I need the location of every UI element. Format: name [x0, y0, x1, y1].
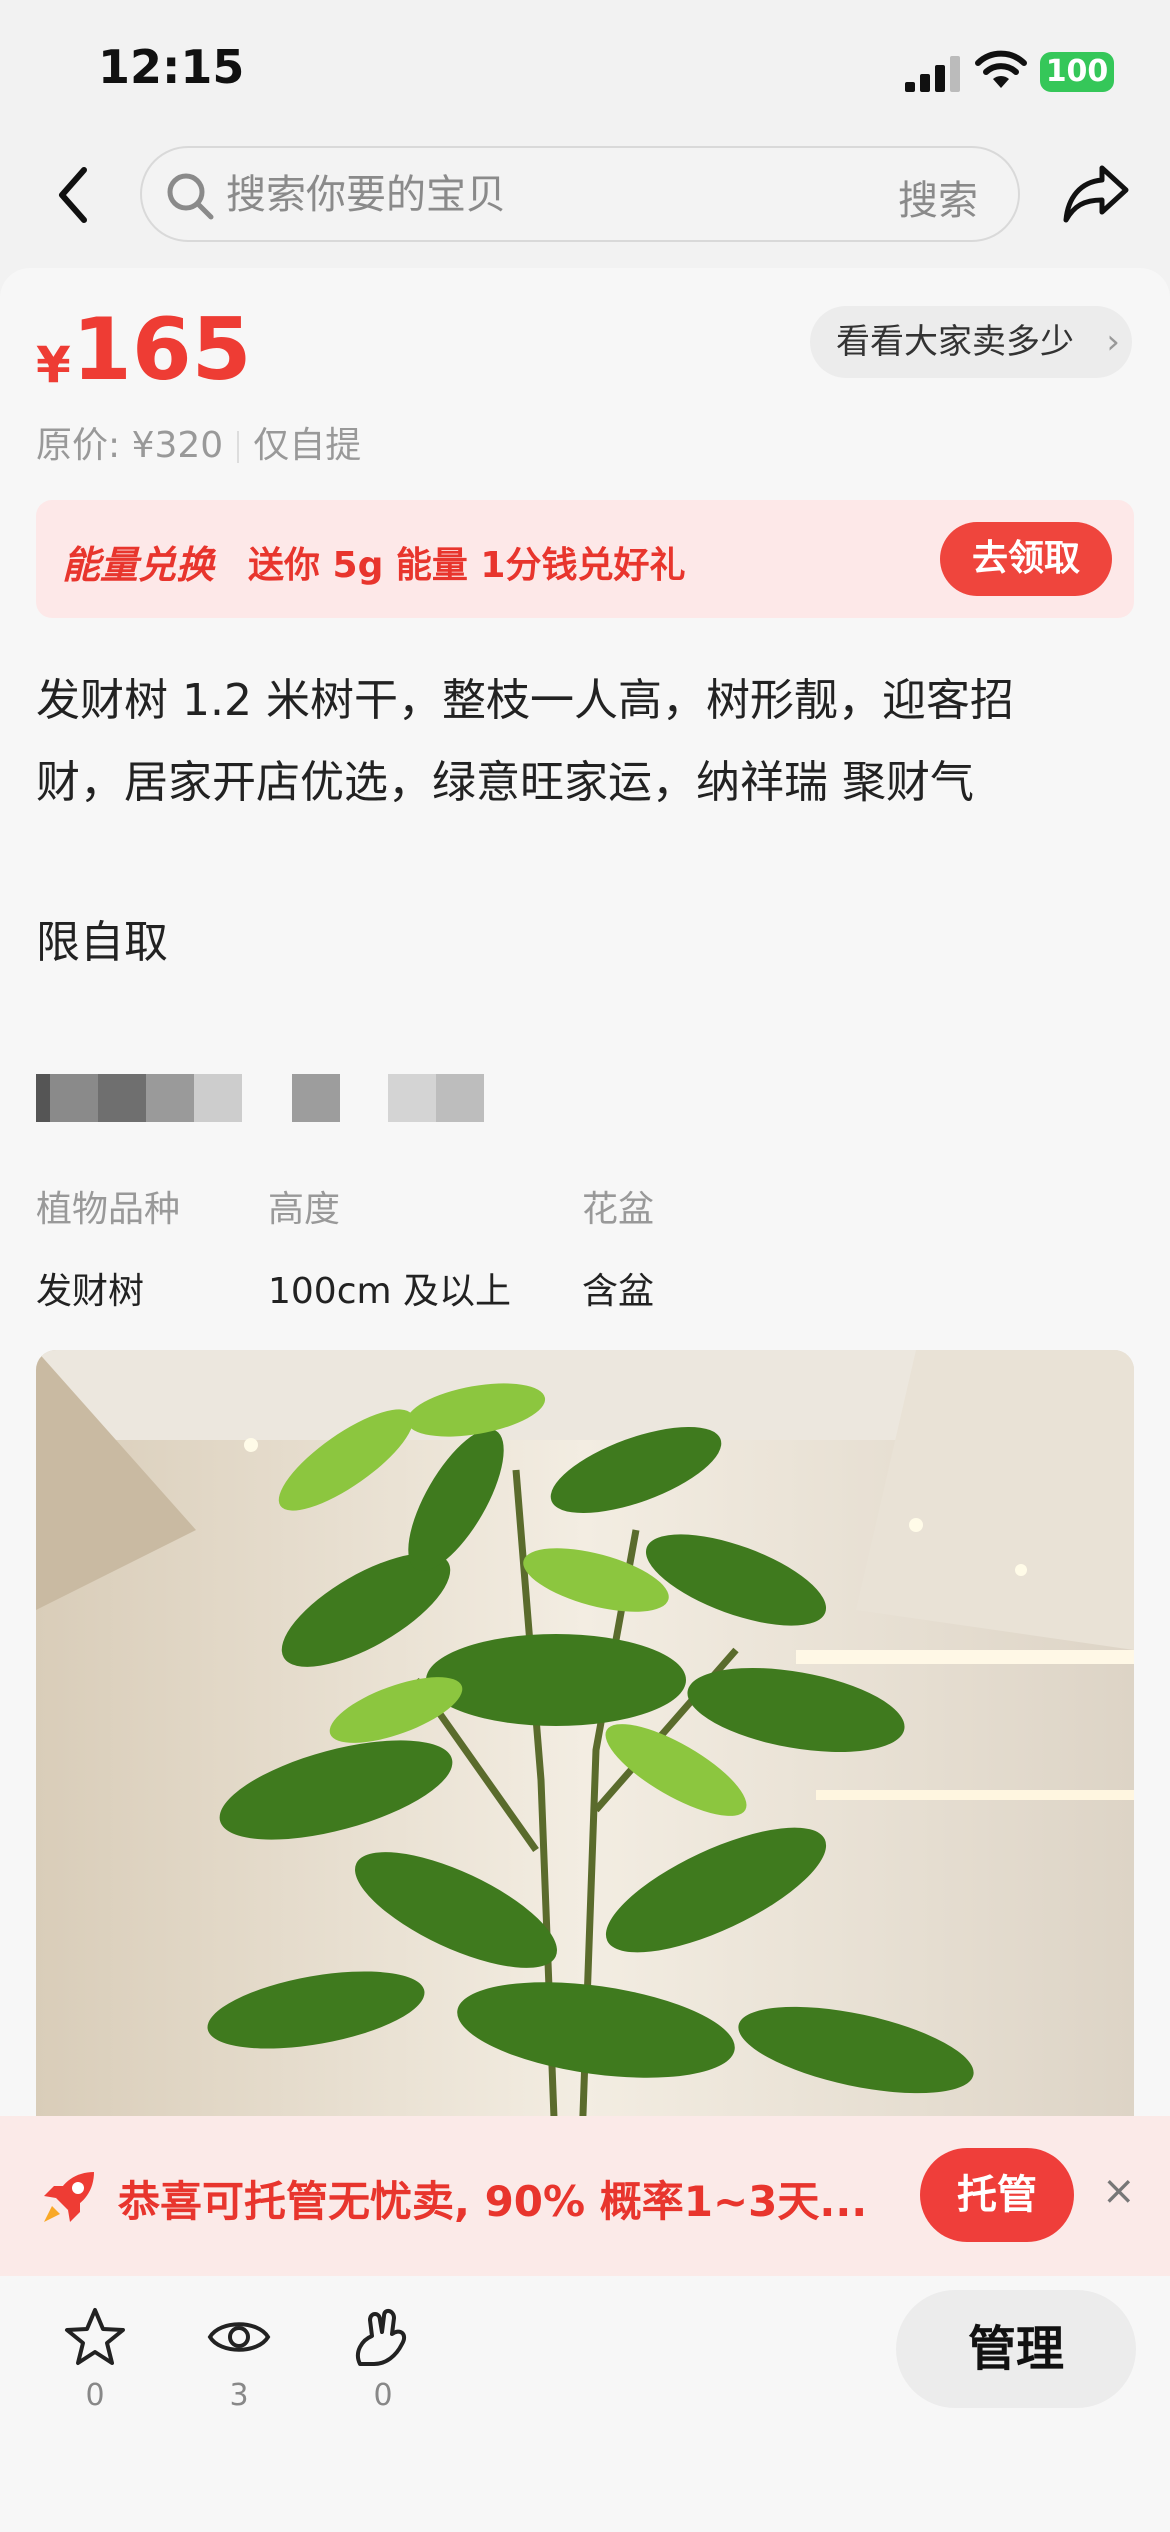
product-description: 发财树 1.2 米树干，整枝一人高，树形靓，迎客招 财，居家开店优选，绿意旺家运…	[36, 660, 1136, 824]
like-stat[interactable]: 0	[338, 2306, 428, 2413]
back-arrow-icon[interactable]	[48, 162, 104, 228]
search-input[interactable]	[226, 166, 786, 224]
eye-icon	[207, 2322, 271, 2352]
divider	[237, 431, 240, 463]
attribute-height: 高度 100cm 及以上	[268, 1180, 511, 1314]
close-icon[interactable]: ×	[1102, 2168, 1136, 2214]
attribute-label: 花盆	[582, 1189, 655, 1230]
search-icon	[167, 173, 214, 220]
star-icon	[65, 2308, 125, 2365]
views-count: 3	[229, 2378, 249, 2413]
consignment-toast: 恭喜可托管无忧卖, 90% 概率1~3天... 托管 ×	[0, 2116, 1170, 2276]
blurred-text	[36, 1074, 492, 1126]
product-attributes: 植物品种 发财树 高度 100cm 及以上 花盆 含盆	[36, 1180, 1136, 1312]
attribute-value: 100cm 及以上	[268, 1271, 512, 1312]
delivery-method: 仅自提	[253, 425, 362, 466]
energy-promo-banner[interactable]: 能量兑换 送你 5g 能量 1分钱兑好礼 去领取	[36, 500, 1134, 618]
favorite-count: 0	[85, 2378, 105, 2413]
compare-prices-button[interactable]: 看看大家卖多少 ›	[810, 306, 1132, 378]
price-value: 165	[72, 300, 252, 400]
description-line: 财，居家开店优选，绿意旺家运，纳祥瑞 聚财气	[36, 757, 974, 808]
attribute-label: 高度	[268, 1189, 341, 1230]
search-submit-button[interactable]: 搜索	[898, 168, 978, 226]
consign-button[interactable]: 托管	[920, 2148, 1074, 2242]
bottom-bar: 0 3 0 管理	[0, 2276, 1170, 2532]
wifi-icon	[975, 50, 1027, 88]
original-price-row: 原价: ¥320 仅自提	[36, 416, 361, 468]
product-photo[interactable]	[36, 1350, 1134, 2170]
share-icon[interactable]	[1062, 162, 1130, 226]
search-bar[interactable]: 搜索	[140, 146, 1020, 242]
compare-prices-label: 看看大家卖多少	[836, 322, 1074, 362]
attribute-label: 植物品种	[36, 1189, 181, 1230]
price-currency: ¥	[36, 336, 71, 394]
nav-bar: 搜索	[0, 140, 1170, 260]
attribute-pot: 花盆 含盆	[582, 1180, 654, 1314]
battery-icon: 100	[1040, 52, 1114, 92]
promo-tag: 能量兑换	[62, 543, 215, 587]
claim-button[interactable]: 去领取	[940, 522, 1112, 596]
cellular-signal-icon	[905, 56, 960, 92]
status-time: 12:15	[98, 40, 245, 94]
like-count: 0	[373, 2378, 393, 2413]
promo-text: 送你 5g 能量 1分钱兑好礼	[248, 545, 686, 586]
original-price: 原价: ¥320	[36, 425, 224, 466]
toast-text: 恭喜可托管无忧卖, 90% 概率1~3天...	[118, 2177, 868, 2226]
rocket-icon	[44, 2172, 94, 2222]
attribute-variety: 植物品种 发财树	[36, 1180, 180, 1314]
attribute-value: 含盆	[582, 1271, 655, 1312]
pickup-note: 限自取	[36, 917, 168, 968]
like-hand-icon	[355, 2309, 407, 2366]
manage-button[interactable]: 管理	[896, 2290, 1136, 2408]
favorite-stat[interactable]: 0	[50, 2306, 140, 2413]
views-stat: 3	[194, 2306, 284, 2413]
chevron-right-icon: ›	[1106, 322, 1120, 362]
attribute-value: 发财树	[36, 1271, 145, 1312]
status-bar: 12:15 100	[0, 0, 1170, 140]
description-line: 发财树 1.2 米树干，整枝一人高，树形靓，迎客招	[36, 675, 1014, 726]
money-tree-illustration	[36, 1350, 1134, 2170]
